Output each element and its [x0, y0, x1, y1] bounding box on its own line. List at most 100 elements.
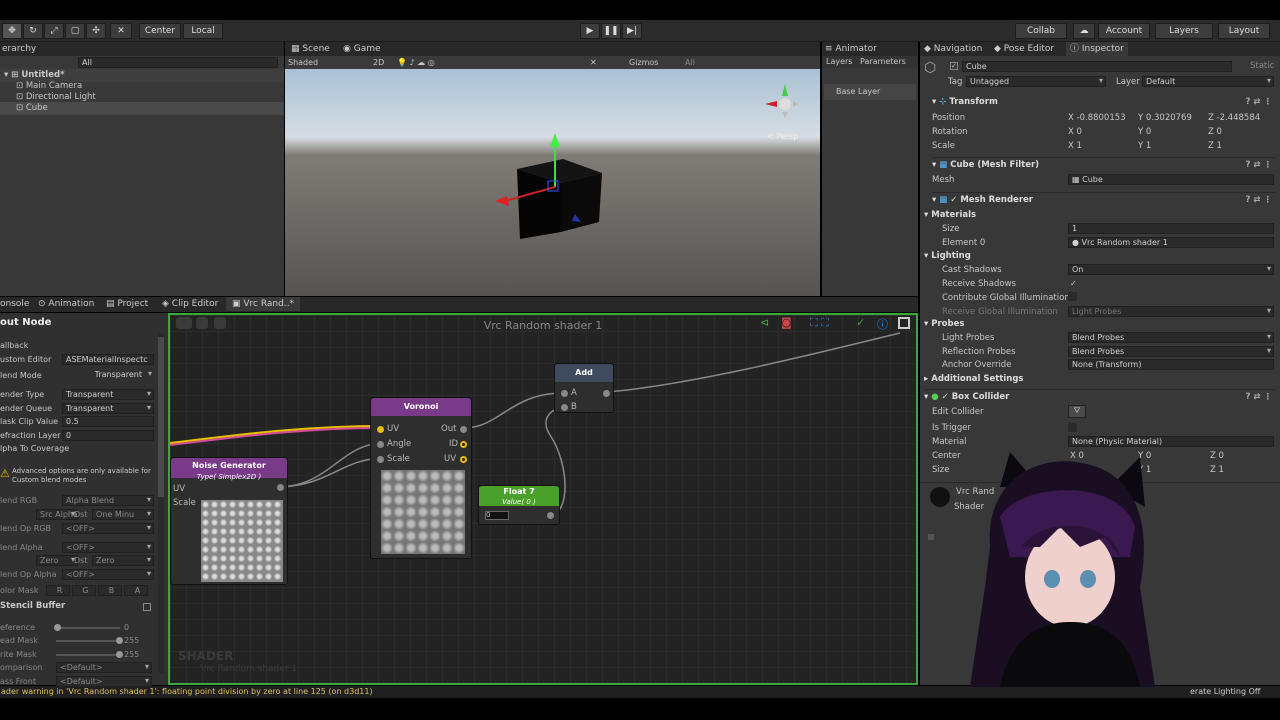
uv-out-port[interactable]	[460, 456, 467, 463]
additional-settings-foldout[interactable]: ▸ Additional Settings	[924, 372, 1024, 386]
component-menu-icon[interactable]: ? ⇄ ⋮	[1246, 158, 1272, 172]
hierarchy-tab[interactable]: erarchy	[0, 42, 284, 56]
scene-search-input[interactable]: All	[685, 56, 695, 69]
scale-port[interactable]	[377, 456, 384, 463]
cast-shadows-dropdown[interactable]: On	[1068, 264, 1274, 275]
probes-foldout[interactable]: ▾ Probes	[924, 317, 964, 331]
blend-value[interactable]: One Minu	[92, 509, 154, 520]
tab-clip-editor[interactable]: ◈ Clip Editor	[162, 297, 218, 311]
object-name-input[interactable]: Cube	[962, 61, 1232, 72]
out-port[interactable]	[460, 426, 467, 433]
collab-dropdown[interactable]: Collab	[1015, 23, 1067, 39]
tab-parameters[interactable]: Parameters	[860, 56, 906, 68]
physic-material-field[interactable]: None (Physic Material)	[1068, 436, 1274, 447]
transform-z-field[interactable]: Z -2.448584	[1208, 113, 1260, 123]
material-foldout-icon[interactable]	[928, 534, 934, 540]
color-mask-g-toggle[interactable]: G	[72, 585, 96, 596]
materials-size-input[interactable]: 1	[1068, 223, 1274, 234]
transform-z-field[interactable]: Z 0	[1208, 127, 1222, 137]
tab-navigation[interactable]: ◆ Navigation	[924, 42, 982, 56]
noise-generator-node[interactable]: Noise Generator Type( Simplex2D ) UV Scal…	[170, 457, 288, 585]
tab-project[interactable]: ▤ Project	[106, 297, 148, 311]
pivot-center-button[interactable]: Center	[139, 23, 181, 39]
pivot-local-button[interactable]: Local	[183, 23, 223, 39]
material-element-field[interactable]: ● Vrc Random shader 1	[1068, 237, 1274, 248]
prop-value[interactable]: Transparent	[62, 389, 154, 400]
tag-dropdown[interactable]: Untagged	[966, 76, 1106, 87]
tab-game[interactable]: ◉ Game	[343, 42, 381, 56]
receive-gi-dropdown[interactable]: Light Probes	[1068, 306, 1274, 317]
rect-tool-icon[interactable]: ▢	[65, 23, 85, 39]
float-value-input[interactable]: 0	[485, 511, 509, 520]
reflection-probes-dropdown[interactable]: Blend Probes	[1068, 346, 1274, 357]
transform-x-field[interactable]: X 0	[1068, 127, 1082, 137]
stencil-slider[interactable]	[54, 624, 120, 631]
status-bar[interactable]: ader warning in 'Vrc Random shader 1': f…	[0, 686, 1280, 698]
voronoi-node[interactable]: Voronoi UV Angle Scale Out ID UV	[370, 397, 472, 559]
blend-value[interactable]: Zero	[36, 555, 78, 566]
color-mask-a-toggle[interactable]: A	[124, 585, 148, 596]
transform-header[interactable]: ▾ ⊹ Transform? ⇄ ⋮	[932, 95, 1276, 109]
tab-inspector[interactable]: ⓘ Inspector	[1066, 42, 1128, 56]
tab-animation[interactable]: ⊙ Animation	[38, 297, 94, 311]
color-mask-r-toggle[interactable]: R	[46, 585, 70, 596]
transform-y-field[interactable]: Y 0	[1138, 127, 1151, 137]
add-out-port[interactable]	[603, 390, 610, 397]
float-node[interactable]: Float 7 Value( 0 ) 0	[478, 485, 560, 525]
blend-value[interactable]: Src Alpha	[36, 509, 78, 520]
component-menu-icon[interactable]: ? ⇄ ⋮	[1246, 193, 1272, 207]
transform-tool-icon[interactable]: ✣	[86, 23, 106, 39]
prop-value[interactable]: ASEMaterialInspectc	[62, 354, 154, 365]
stencil-slider[interactable]	[56, 637, 123, 644]
transform-z-field[interactable]: Z 1	[1208, 141, 1222, 151]
tab-animator[interactable]: ≡ Animator	[822, 42, 918, 56]
account-dropdown[interactable]: Account	[1098, 23, 1150, 39]
mesh-filter-header[interactable]: ▾ ▦ Cube (Mesh Filter)? ⇄ ⋮	[932, 157, 1276, 171]
contribute-gi-checkbox[interactable]	[1068, 292, 1077, 301]
shader-graph-canvas[interactable]: Vrc Random shader 1 ⊲ ◙ ⛶ ⛶ ✓ ⓘ Noise Ge…	[168, 313, 918, 685]
blend-value[interactable]: Zero	[92, 555, 154, 566]
tab-pose-editor[interactable]: ◆ Pose Editor	[994, 42, 1054, 56]
play-icon[interactable]: ▶	[580, 23, 600, 39]
scale-tool-icon[interactable]: ⤢	[44, 23, 64, 39]
rotate-tool-icon[interactable]: ↻	[23, 23, 43, 39]
blend-value[interactable]: Alpha Blend	[62, 495, 154, 506]
box-collider-header[interactable]: ▾ ● ✓ Box Collider? ⇄ ⋮	[924, 389, 1276, 403]
is-trigger-checkbox[interactable]	[1068, 423, 1077, 432]
tab-layers[interactable]: Layers	[826, 56, 852, 68]
edit-collider-button[interactable]: ⛛	[1068, 405, 1086, 418]
stencil-slider[interactable]	[56, 651, 123, 658]
lighting-icon[interactable]: 💡 ♪ ☁ ◎	[397, 56, 435, 69]
cloud-icon[interactable]: ☁	[1073, 23, 1095, 39]
blend-value[interactable]: <OFF>	[62, 523, 154, 534]
component-menu-icon[interactable]: ? ⇄ ⋮	[1246, 390, 1272, 404]
color-mask-b-toggle[interactable]: B	[98, 585, 122, 596]
slider-handle[interactable]	[116, 651, 123, 658]
prop-value[interactable]: Transparent	[62, 370, 154, 381]
transform-y-field[interactable]: Y 1	[1138, 141, 1151, 151]
lighting-foldout[interactable]: ▾ Lighting	[924, 249, 971, 263]
prop-value[interactable]: 0	[62, 430, 154, 441]
mesh-renderer-header[interactable]: ▾ ▦ ✓ Mesh Renderer? ⇄ ⋮	[932, 192, 1276, 206]
layout-dropdown[interactable]: Layout	[1218, 23, 1270, 39]
add-node[interactable]: Add A B	[554, 363, 614, 413]
tab-scene[interactable]: ▦ Scene	[291, 42, 330, 56]
persp-label[interactable]: < Persp	[767, 132, 798, 141]
float-out-port[interactable]	[547, 512, 554, 519]
prop-value[interactable]: 0.5	[62, 416, 154, 427]
tools-icon[interactable]: ✕	[590, 56, 597, 69]
hierarchy-item-cube[interactable]: ⊡ Cube	[0, 102, 284, 115]
blend-value[interactable]: <OFF>	[62, 542, 154, 553]
stencil-value[interactable]: 0	[124, 623, 129, 632]
transform-x-field[interactable]: X -0.8800153	[1068, 113, 1126, 123]
uv-port[interactable]	[377, 426, 384, 433]
stencil-dropdown[interactable]: <Default>	[56, 662, 152, 673]
stencil-value[interactable]: 255	[124, 650, 139, 659]
hierarchy-search-input[interactable]: All	[78, 57, 278, 68]
output-port[interactable]	[277, 484, 284, 491]
base-layer-item[interactable]: Base Layer	[824, 84, 916, 100]
scene-viewport[interactable]: < Persp	[285, 69, 820, 296]
tab-shader-editor[interactable]: ▣ Vrc Rand..*	[226, 297, 301, 311]
light-probes-dropdown[interactable]: Blend Probes	[1068, 332, 1274, 343]
layers-dropdown[interactable]: Layers	[1155, 23, 1213, 39]
